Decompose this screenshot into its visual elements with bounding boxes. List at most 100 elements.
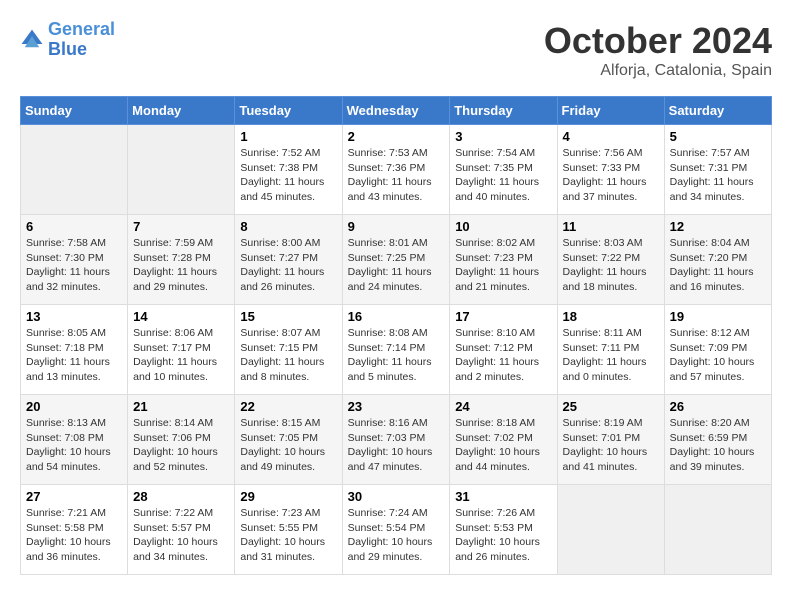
- day-number: 4: [563, 129, 659, 144]
- location: Alforja, Catalonia, Spain: [544, 62, 772, 80]
- calendar-cell: 30 Sunrise: 7:24 AM Sunset: 5:54 PM Dayli…: [342, 485, 450, 575]
- calendar-cell: 5Sunrise: 7:57 AM Sunset: 7:31 PM Daylig…: [664, 125, 771, 215]
- header-thursday: Thursday: [450, 97, 557, 125]
- calendar-cell: 31Sunrise: 7:26 AM Sunset: 5:53 PM Dayli…: [450, 485, 557, 575]
- week-row-4: 20Sunrise: 8:13 AM Sunset: 7:08 PM Dayli…: [21, 395, 772, 485]
- day-number: 18: [563, 309, 659, 324]
- calendar-cell: 8 Sunrise: 8:00 AM Sunset: 7:27 PM Daylig…: [235, 215, 342, 305]
- day-number: 22: [240, 399, 336, 414]
- day-info: Sunrise: 8:20 AM Sunset: 6:59 PM Dayligh…: [670, 416, 766, 475]
- calendar-cell: 11 Sunrise: 8:03 AM Sunset: 7:22 PM Dayli…: [557, 215, 664, 305]
- calendar-cell: [664, 485, 771, 575]
- calendar-cell: 22 Sunrise: 8:15 AM Sunset: 7:05 PM Dayli…: [235, 395, 342, 485]
- calendar-cell: 10 Sunrise: 8:02 AM Sunset: 7:23 PM Dayli…: [450, 215, 557, 305]
- day-info: Sunrise: 8:10 AM Sunset: 7:12 PM Dayligh…: [455, 326, 551, 385]
- day-number: 28: [133, 489, 229, 504]
- calendar-cell: 15 Sunrise: 8:07 AM Sunset: 7:15 PM Dayli…: [235, 305, 342, 395]
- week-row-1: 1Sunrise: 7:52 AM Sunset: 7:38 PM Daylig…: [21, 125, 772, 215]
- calendar-cell: 29 Sunrise: 7:23 AM Sunset: 5:55 PM Dayli…: [235, 485, 342, 575]
- day-number: 23: [348, 399, 445, 414]
- logo: General Blue: [20, 20, 115, 60]
- calendar-cell: 16 Sunrise: 8:08 AM Sunset: 7:14 PM Dayli…: [342, 305, 450, 395]
- calendar-cell: 9Sunrise: 8:01 AM Sunset: 7:25 PM Daylig…: [342, 215, 450, 305]
- day-number: 15: [240, 309, 336, 324]
- day-info: Sunrise: 7:53 AM Sunset: 7:36 PM Dayligh…: [348, 146, 445, 205]
- calendar-cell: [21, 125, 128, 215]
- day-info: Sunrise: 7:59 AM Sunset: 7:28 PM Dayligh…: [133, 236, 229, 295]
- day-number: 21: [133, 399, 229, 414]
- header-sunday: Sunday: [21, 97, 128, 125]
- day-number: 8: [240, 219, 336, 234]
- calendar-cell: 18 Sunrise: 8:11 AM Sunset: 7:11 PM Dayli…: [557, 305, 664, 395]
- calendar-cell: 12 Sunrise: 8:04 AM Sunset: 7:20 PM Dayli…: [664, 215, 771, 305]
- week-row-2: 6Sunrise: 7:58 AM Sunset: 7:30 PM Daylig…: [21, 215, 772, 305]
- header-friday: Friday: [557, 97, 664, 125]
- calendar-cell: 28 Sunrise: 7:22 AM Sunset: 5:57 PM Dayli…: [128, 485, 235, 575]
- calendar-cell: 13Sunrise: 8:05 AM Sunset: 7:18 PM Dayli…: [21, 305, 128, 395]
- calendar-cell: [557, 485, 664, 575]
- calendar-cell: 25 Sunrise: 8:19 AM Sunset: 7:01 PM Dayli…: [557, 395, 664, 485]
- logo-text: General Blue: [48, 20, 115, 60]
- day-number: 19: [670, 309, 766, 324]
- calendar-cell: 4Sunrise: 7:56 AM Sunset: 7:33 PM Daylig…: [557, 125, 664, 215]
- day-number: 7: [133, 219, 229, 234]
- day-info: Sunrise: 8:07 AM Sunset: 7:15 PM Dayligh…: [240, 326, 336, 385]
- day-info: Sunrise: 7:54 AM Sunset: 7:35 PM Dayligh…: [455, 146, 551, 205]
- day-number: 12: [670, 219, 766, 234]
- day-info: Sunrise: 8:15 AM Sunset: 7:05 PM Dayligh…: [240, 416, 336, 475]
- day-info: Sunrise: 8:16 AM Sunset: 7:03 PM Dayligh…: [348, 416, 445, 475]
- week-row-3: 13Sunrise: 8:05 AM Sunset: 7:18 PM Dayli…: [21, 305, 772, 395]
- calendar-cell: 3 Sunrise: 7:54 AM Sunset: 7:35 PM Daylig…: [450, 125, 557, 215]
- logo-icon: [20, 28, 44, 52]
- calendar-cell: [128, 125, 235, 215]
- calendar-header-row: Sunday Monday Tuesday Wednesday Thursday…: [21, 97, 772, 125]
- day-number: 26: [670, 399, 766, 414]
- day-info: Sunrise: 8:01 AM Sunset: 7:25 PM Dayligh…: [348, 236, 445, 295]
- day-number: 10: [455, 219, 551, 234]
- day-number: 14: [133, 309, 229, 324]
- day-info: Sunrise: 8:14 AM Sunset: 7:06 PM Dayligh…: [133, 416, 229, 475]
- calendar-cell: 6Sunrise: 7:58 AM Sunset: 7:30 PM Daylig…: [21, 215, 128, 305]
- day-number: 20: [26, 399, 122, 414]
- header-saturday: Saturday: [664, 97, 771, 125]
- day-number: 1: [240, 129, 336, 144]
- calendar-cell: 26 Sunrise: 8:20 AM Sunset: 6:59 PM Dayli…: [664, 395, 771, 485]
- day-number: 16: [348, 309, 445, 324]
- day-info: Sunrise: 7:24 AM Sunset: 5:54 PM Dayligh…: [348, 506, 445, 565]
- day-info: Sunrise: 8:08 AM Sunset: 7:14 PM Dayligh…: [348, 326, 445, 385]
- header-wednesday: Wednesday: [342, 97, 450, 125]
- day-info: Sunrise: 8:00 AM Sunset: 7:27 PM Dayligh…: [240, 236, 336, 295]
- day-number: 2: [348, 129, 445, 144]
- day-info: Sunrise: 7:57 AM Sunset: 7:31 PM Dayligh…: [670, 146, 766, 205]
- day-info: Sunrise: 8:11 AM Sunset: 7:11 PM Dayligh…: [563, 326, 659, 385]
- week-row-5: 27Sunrise: 7:21 AM Sunset: 5:58 PM Dayli…: [21, 485, 772, 575]
- calendar-cell: 27Sunrise: 7:21 AM Sunset: 5:58 PM Dayli…: [21, 485, 128, 575]
- day-info: Sunrise: 8:18 AM Sunset: 7:02 PM Dayligh…: [455, 416, 551, 475]
- day-number: 25: [563, 399, 659, 414]
- day-info: Sunrise: 8:03 AM Sunset: 7:22 PM Dayligh…: [563, 236, 659, 295]
- day-info: Sunrise: 7:23 AM Sunset: 5:55 PM Dayligh…: [240, 506, 336, 565]
- page-header: General Blue October 2024 Alforja, Catal…: [20, 20, 772, 80]
- calendar-cell: 20Sunrise: 8:13 AM Sunset: 7:08 PM Dayli…: [21, 395, 128, 485]
- calendar-cell: 19 Sunrise: 8:12 AM Sunset: 7:09 PM Dayli…: [664, 305, 771, 395]
- title-area: October 2024 Alforja, Catalonia, Spain: [544, 20, 772, 80]
- header-monday: Monday: [128, 97, 235, 125]
- day-info: Sunrise: 8:19 AM Sunset: 7:01 PM Dayligh…: [563, 416, 659, 475]
- calendar-cell: 21 Sunrise: 8:14 AM Sunset: 7:06 PM Dayli…: [128, 395, 235, 485]
- calendar-cell: 14Sunrise: 8:06 AM Sunset: 7:17 PM Dayli…: [128, 305, 235, 395]
- day-info: Sunrise: 7:22 AM Sunset: 5:57 PM Dayligh…: [133, 506, 229, 565]
- day-info: Sunrise: 8:02 AM Sunset: 7:23 PM Dayligh…: [455, 236, 551, 295]
- calendar-cell: 23 Sunrise: 8:16 AM Sunset: 7:03 PM Dayli…: [342, 395, 450, 485]
- day-number: 27: [26, 489, 122, 504]
- calendar-cell: 24Sunrise: 8:18 AM Sunset: 7:02 PM Dayli…: [450, 395, 557, 485]
- day-info: Sunrise: 8:12 AM Sunset: 7:09 PM Dayligh…: [670, 326, 766, 385]
- calendar-cell: 1Sunrise: 7:52 AM Sunset: 7:38 PM Daylig…: [235, 125, 342, 215]
- calendar-cell: 2 Sunrise: 7:53 AM Sunset: 7:36 PM Daylig…: [342, 125, 450, 215]
- day-number: 29: [240, 489, 336, 504]
- day-number: 13: [26, 309, 122, 324]
- calendar-cell: 17Sunrise: 8:10 AM Sunset: 7:12 PM Dayli…: [450, 305, 557, 395]
- day-number: 11: [563, 219, 659, 234]
- day-info: Sunrise: 8:04 AM Sunset: 7:20 PM Dayligh…: [670, 236, 766, 295]
- day-number: 3: [455, 129, 551, 144]
- day-number: 30: [348, 489, 445, 504]
